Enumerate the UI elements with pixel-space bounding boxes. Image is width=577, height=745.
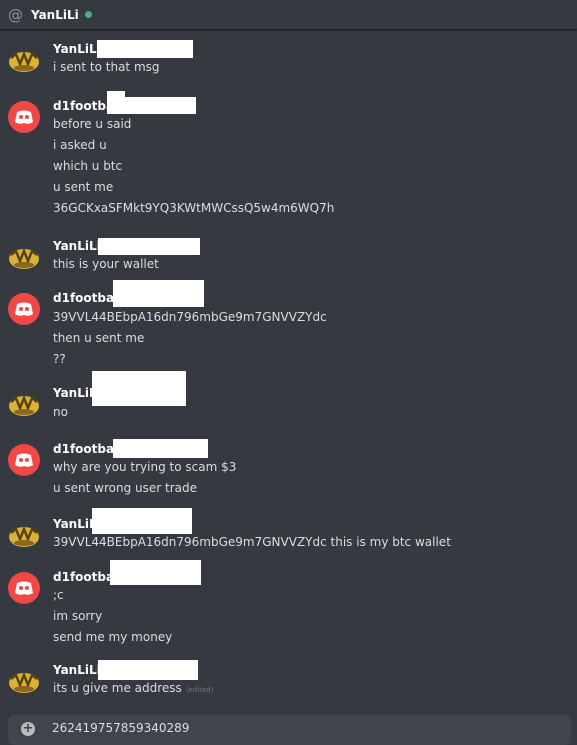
edited-tag: (edited) bbox=[185, 686, 214, 694]
discord-avatar[interactable] bbox=[8, 101, 40, 133]
message-composer[interactable]: + 262419757859340289 bbox=[8, 715, 571, 745]
yanlili-avatar[interactable] bbox=[8, 241, 40, 273]
message-text: i asked u bbox=[53, 138, 107, 152]
message-text-content: its u give me address bbox=[53, 681, 182, 695]
redacted-block bbox=[113, 280, 204, 307]
yanlili-avatar[interactable] bbox=[8, 665, 40, 697]
discord-avatar[interactable] bbox=[8, 444, 40, 476]
message-author[interactable]: YanLiLi bbox=[53, 42, 101, 56]
message-author[interactable]: YanLiLi bbox=[53, 239, 101, 253]
message-text: which u btc bbox=[53, 159, 123, 173]
message-author[interactable]: d1football bbox=[53, 442, 122, 456]
message-text: u sent wrong user trade bbox=[53, 481, 198, 495]
message-text: 39VVL44BEbpA16dn796mbGe9m7GNVVZYdc bbox=[53, 310, 327, 324]
message-text: before u said bbox=[53, 117, 132, 131]
message-text: 39VVL44BEbpA16dn796mbGe9m7GNVVZYdc this … bbox=[53, 535, 451, 549]
message-input[interactable]: 262419757859340289 bbox=[52, 721, 189, 735]
add-attachment-icon[interactable]: + bbox=[21, 722, 35, 736]
yanlili-avatar[interactable] bbox=[8, 388, 40, 420]
redacted-block bbox=[107, 97, 196, 114]
message-text: send me my money bbox=[53, 630, 173, 644]
redacted-block bbox=[92, 371, 186, 406]
message-text: no bbox=[53, 405, 68, 419]
message-text: ;c bbox=[53, 588, 64, 602]
dm-recipient-name[interactable]: YanLiLi bbox=[31, 8, 79, 22]
discord-avatar[interactable] bbox=[8, 293, 40, 325]
redacted-block bbox=[97, 40, 193, 58]
message-text: 36GCKxaSFMkt9YQ3KWtMWCssQ5w4m6WQ7h bbox=[53, 201, 335, 215]
redacted-block bbox=[110, 560, 201, 585]
online-status-icon bbox=[84, 11, 92, 18]
message-text: ?? bbox=[53, 352, 66, 366]
message-list: YanLiLi i sent to that msg d1football be… bbox=[0, 31, 577, 711]
message-text: why are you trying to scam $3 bbox=[53, 460, 237, 474]
redacted-block bbox=[92, 508, 192, 534]
yanlili-avatar[interactable] bbox=[8, 519, 40, 551]
message-text: u sent me bbox=[53, 180, 114, 194]
message-author[interactable]: YanLiLi bbox=[53, 663, 101, 677]
discord-avatar[interactable] bbox=[8, 572, 40, 604]
redacted-block bbox=[113, 439, 208, 458]
redacted-block bbox=[98, 238, 200, 255]
message-text: its u give me address (edited) bbox=[53, 680, 213, 698]
message-text: this is your wallet bbox=[53, 257, 159, 271]
message-text: im sorry bbox=[53, 609, 103, 623]
message-text: then u sent me bbox=[53, 331, 145, 345]
yanlili-avatar[interactable] bbox=[8, 44, 40, 76]
message-text: i sent to that msg bbox=[53, 60, 160, 74]
dm-header: @ YanLiLi bbox=[0, 0, 577, 30]
message-author[interactable]: d1football bbox=[53, 291, 122, 305]
redacted-block bbox=[98, 660, 198, 680]
at-icon: @ bbox=[8, 5, 23, 24]
